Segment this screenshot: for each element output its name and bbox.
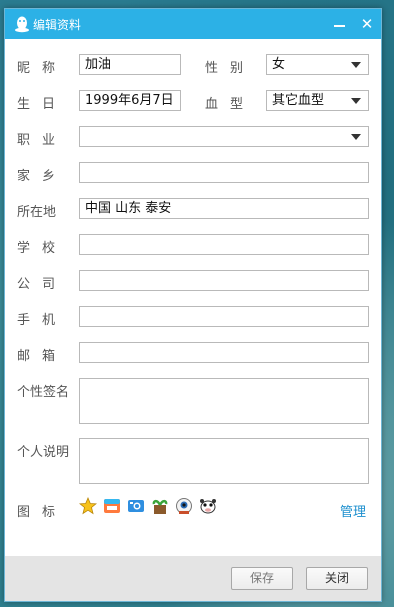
title-bar[interactable]: 编辑资料 ✕ xyxy=(5,9,381,39)
minimize-icon xyxy=(334,25,345,27)
signature-textarea[interactable] xyxy=(79,378,369,424)
footer-bar: 保存 关闭 xyxy=(5,556,381,601)
location-input[interactable]: 中国 山东 泰安 xyxy=(79,198,369,219)
save-button[interactable]: 保存 xyxy=(231,567,293,590)
gender-label: 性别 xyxy=(205,61,256,76)
nickname-input[interactable]: 加油 xyxy=(79,54,181,75)
location-label: 所在地 xyxy=(17,205,57,220)
birthday-label: 生日 xyxy=(17,97,68,112)
chevron-down-icon xyxy=(351,134,361,140)
eyeball-icon[interactable] xyxy=(175,497,193,515)
app-icon[interactable] xyxy=(103,497,121,515)
phone-input[interactable] xyxy=(79,306,369,327)
close-button[interactable]: 关闭 xyxy=(306,567,368,590)
hometown-input[interactable] xyxy=(79,162,369,183)
company-label: 公司 xyxy=(17,277,68,292)
manage-icons-link[interactable]: 管理 xyxy=(340,501,366,520)
camera-icon[interactable] xyxy=(127,497,145,515)
hometown-label: 家乡 xyxy=(17,169,68,184)
qq-penguin-icon xyxy=(15,16,29,33)
description-textarea[interactable] xyxy=(79,438,369,484)
minimize-button[interactable] xyxy=(327,12,351,36)
close-window-button[interactable]: ✕ xyxy=(355,12,379,36)
gender-select[interactable]: 女 xyxy=(266,54,369,75)
blood-type-value: 其它血型 xyxy=(272,93,325,108)
job-label: 职业 xyxy=(17,133,68,148)
blood-type-select[interactable]: 其它血型 xyxy=(266,90,369,111)
star-icon[interactable] xyxy=(79,497,97,515)
gender-value: 女 xyxy=(272,57,286,72)
nickname-label: 昵称 xyxy=(17,61,68,76)
close-icon: ✕ xyxy=(360,15,374,33)
icons-label: 图标 xyxy=(17,505,68,520)
phone-label: 手机 xyxy=(17,313,68,328)
job-select[interactable] xyxy=(79,126,369,147)
chevron-down-icon xyxy=(351,62,361,68)
email-label: 邮箱 xyxy=(17,349,68,364)
signature-label: 个性签名 xyxy=(17,385,70,400)
plant-icon[interactable] xyxy=(151,497,169,515)
company-input[interactable] xyxy=(79,270,369,291)
edit-profile-window: 编辑资料 ✕ 昵称 加油 性别 女 生日 1999年6月7日 血型 其它血型 职… xyxy=(4,8,382,602)
chevron-down-icon xyxy=(351,98,361,104)
cow-icon[interactable] xyxy=(199,497,217,515)
school-label: 学校 xyxy=(17,241,68,256)
blood-type-label: 血型 xyxy=(205,97,256,112)
birthday-input[interactable]: 1999年6月7日 xyxy=(79,90,181,111)
description-label: 个人说明 xyxy=(17,445,70,460)
window-title: 编辑资料 xyxy=(33,18,82,32)
school-input[interactable] xyxy=(79,234,369,255)
email-input[interactable] xyxy=(79,342,369,363)
